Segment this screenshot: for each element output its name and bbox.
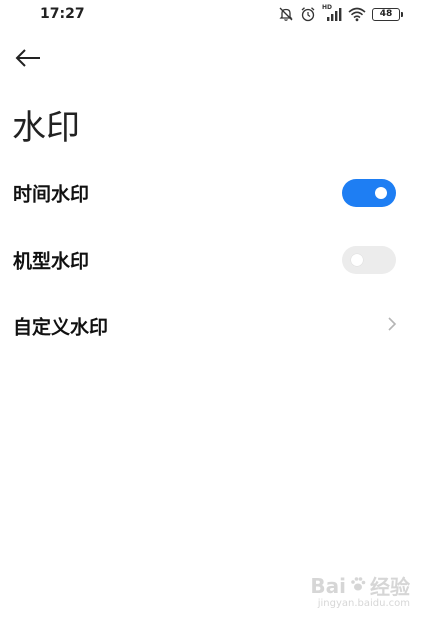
device-watermark-toggle[interactable]: [342, 246, 396, 274]
device-watermark-label: 机型水印: [13, 250, 90, 273]
mute-icon: [278, 6, 294, 22]
setting-row-time-watermark[interactable]: 时间水印: [0, 165, 438, 221]
setting-row-device-watermark[interactable]: 机型水印: [0, 232, 438, 288]
wifi-icon: [348, 6, 366, 22]
watermark-logo: Bai 经验: [310, 571, 410, 600]
custom-watermark-label: 自定义水印: [13, 316, 109, 339]
watermark-url: jingyan.baidu.com: [317, 598, 410, 609]
toggle-knob: [375, 187, 387, 199]
back-arrow-icon: [14, 48, 42, 72]
page-title: 水印: [12, 108, 80, 148]
time-watermark-label: 时间水印: [13, 183, 90, 206]
baidu-watermark: Bai 经验 jingyan.baidu.com: [310, 571, 410, 610]
status-bar: 17:27 HD 48: [0, 0, 438, 30]
signal-hd-label: HD: [322, 4, 333, 11]
status-time: 17:27: [40, 6, 85, 22]
toggle-knob: [351, 254, 363, 266]
battery-level: 48: [379, 9, 393, 19]
alarm-icon: [300, 6, 316, 22]
status-icons: HD 48: [278, 4, 403, 24]
setting-row-custom-watermark[interactable]: 自定义水印: [0, 298, 438, 354]
battery-icon: 48: [372, 7, 403, 21]
watermark-logo-right: 经验: [370, 575, 410, 599]
watermark-logo-left: Bai: [310, 573, 346, 598]
chevron-right-icon: [386, 315, 398, 337]
back-button[interactable]: [12, 46, 44, 74]
time-watermark-toggle[interactable]: [342, 179, 396, 207]
paw-icon: [349, 574, 367, 598]
signal-icon: HD: [322, 4, 342, 22]
